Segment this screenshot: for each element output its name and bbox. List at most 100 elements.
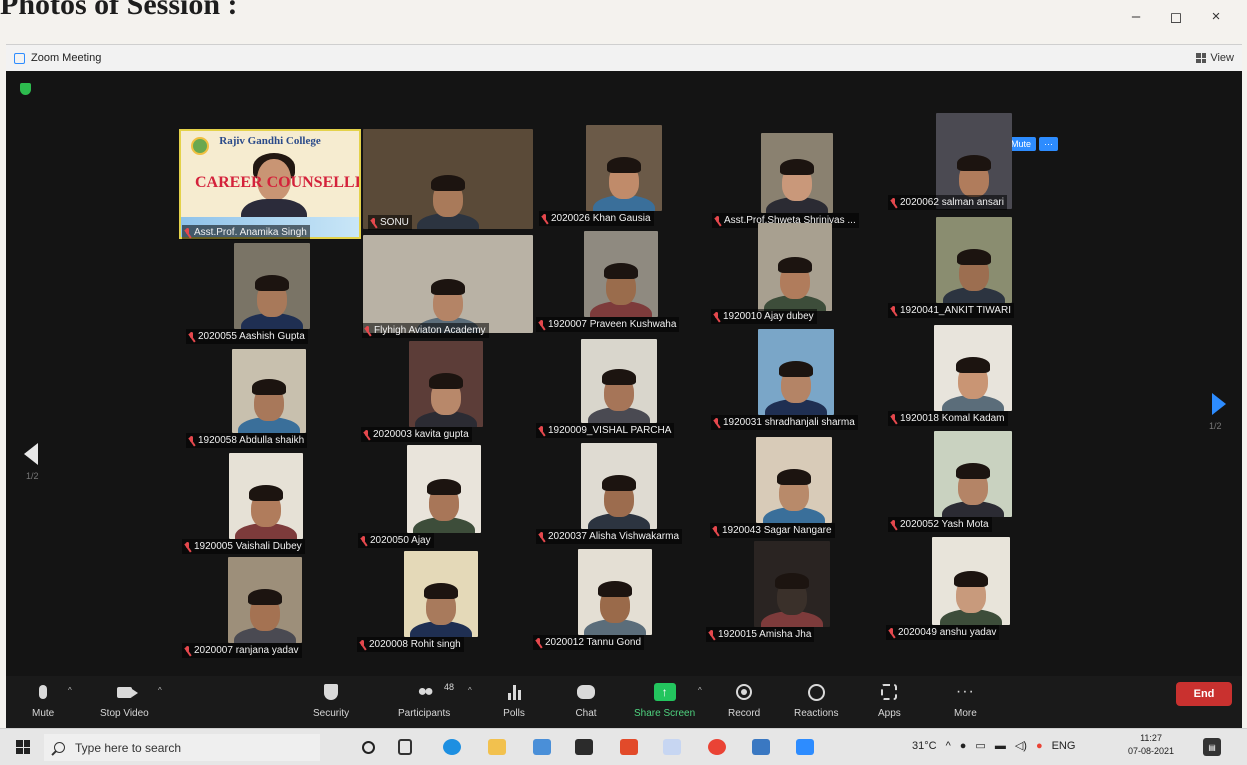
audio-options-caret-icon[interactable]: ^ [68, 686, 72, 695]
apps-button[interactable]: Apps [878, 682, 901, 719]
participant-name-label: Flyhigh Aviaton Academy [362, 323, 489, 338]
end-meeting-button[interactable]: End [1176, 682, 1232, 706]
microphone-tray-icon[interactable]: ● [960, 740, 967, 752]
self-more-button[interactable]: ··· [1039, 137, 1059, 151]
participant-video-tile[interactable] [581, 443, 657, 529]
participant-name: 2020037 Alisha Vishwakarma [548, 531, 680, 542]
participant-video-tile[interactable] [758, 329, 834, 415]
network-icon[interactable]: ▭ [975, 739, 985, 752]
weather-temperature[interactable]: 31°C [912, 740, 937, 752]
office-icon[interactable] [620, 739, 638, 755]
shield-icon [324, 684, 339, 700]
chat-button[interactable]: Chat [575, 682, 597, 719]
clock[interactable]: 11:27 07-08-2021 [1128, 732, 1174, 758]
battery-icon[interactable]: ▬ [995, 740, 1006, 752]
polls-button[interactable]: Polls [503, 682, 525, 719]
college-name: Rajiv Gandhi College [219, 135, 321, 147]
mic-off-icon [888, 627, 895, 638]
participant-video-tile[interactable] [934, 431, 1012, 517]
self-video-controls: Mute ··· [1006, 137, 1059, 151]
participant-name-label: 2020052 Yash Mota [888, 517, 992, 532]
app-icon[interactable] [663, 739, 681, 755]
participant-name-label: 1920005 Vaishali Dubey [182, 539, 305, 554]
participant-name: 1920010 Ajay dubey [723, 311, 814, 322]
participant-name: 1920041_ANKIT TIWARI [900, 305, 1011, 316]
participant-name-label: 1920018 Komal Kadam [888, 411, 1008, 426]
participant-name: 1920031 shradhanjali sharma [723, 417, 855, 428]
edge-browser-icon[interactable] [443, 739, 461, 755]
view-label: View [1210, 52, 1234, 64]
chrome-icon[interactable] [708, 739, 726, 755]
microphone-icon [39, 685, 48, 699]
mail-icon[interactable] [533, 739, 551, 755]
share-screen-button[interactable]: ↑ Share Screen [634, 682, 695, 719]
close-button[interactable]: × [1209, 8, 1223, 26]
participant-video-tile[interactable] [754, 541, 830, 627]
mic-off-icon [538, 425, 545, 436]
volume-icon[interactable]: ◁) [1015, 739, 1027, 752]
participant-video-tile[interactable] [404, 551, 478, 637]
mic-off-icon [538, 531, 545, 542]
file-explorer-icon[interactable] [488, 739, 506, 755]
participant-video-tile[interactable] [758, 223, 832, 311]
mute-button[interactable]: Mute [32, 682, 54, 719]
view-button[interactable]: View [1196, 52, 1234, 64]
photos-icon[interactable] [752, 739, 770, 755]
participant-video-tile[interactable] [234, 243, 310, 329]
participants-caret-icon[interactable]: ^ [468, 686, 472, 695]
mic-off-icon [188, 331, 195, 342]
participant-video-tile[interactable] [586, 125, 662, 211]
next-page-arrow-icon[interactable] [1212, 393, 1226, 415]
participant-name: 1920018 Komal Kadam [900, 413, 1005, 424]
reactions-button[interactable]: Reactions [794, 682, 838, 719]
previous-page-arrow-icon[interactable] [24, 443, 38, 465]
participant-video-tile[interactable] [363, 235, 533, 333]
window-title: Zoom Meeting [31, 52, 102, 64]
store-icon[interactable] [575, 739, 593, 755]
task-view-icon[interactable] [398, 739, 412, 755]
participant-name-label: 2020037 Alisha Vishwakarma [536, 529, 683, 544]
participant-video-tile[interactable] [578, 549, 652, 635]
participant-video-tile[interactable] [363, 129, 533, 229]
participant-name-label: 1920010 Ajay dubey [711, 309, 817, 324]
participant-video-tile[interactable] [581, 339, 657, 423]
participant-video-tile[interactable] [761, 133, 833, 213]
more-button[interactable]: ··· More [954, 682, 977, 719]
mic-off-icon [538, 319, 545, 330]
zoom-taskbar-icon[interactable] [796, 739, 814, 755]
share-options-caret-icon[interactable]: ^ [698, 686, 702, 695]
host-name-label: Asst.Prof. Anamika Singh [182, 225, 310, 240]
maximize-button[interactable]: ◻ [1169, 8, 1183, 26]
participant-video-tile[interactable] [756, 437, 832, 523]
participant-video-tile[interactable] [936, 217, 1012, 303]
participant-video-tile[interactable] [407, 445, 481, 533]
minimize-button[interactable]: – [1129, 8, 1143, 26]
tray-expand-icon[interactable]: ^ [946, 740, 951, 752]
security-button[interactable]: Security [313, 682, 349, 719]
record-button[interactable]: Record [728, 682, 760, 719]
taskbar-search-box[interactable]: Type here to search [44, 734, 320, 761]
language-indicator[interactable]: ENG [1052, 740, 1076, 752]
participant-video-tile[interactable] [409, 341, 483, 427]
participant-video-tile[interactable] [934, 325, 1012, 411]
video-options-caret-icon[interactable]: ^ [158, 686, 162, 695]
participant-name: 1920007 Praveen Kushwaha [548, 319, 677, 330]
windows-start-icon[interactable] [16, 740, 30, 754]
host-video-tile[interactable]: Rajiv Gandhi College CAREER COUNSELLING [179, 129, 361, 239]
participant-name-label: 1920058 Abdulla shaikh [186, 433, 308, 448]
participant-video-tile[interactable] [232, 349, 306, 433]
cortana-icon[interactable] [362, 741, 375, 754]
participant-video-tile[interactable] [228, 557, 302, 643]
participant-name: Flyhigh Aviaton Academy [374, 325, 486, 336]
participant-video-tile[interactable] [584, 231, 658, 317]
participant-count: 48 [444, 682, 455, 692]
notification-center-icon[interactable]: ▤ [1203, 738, 1221, 756]
chrome-tray-icon[interactable]: ● [1036, 740, 1043, 752]
encryption-shield-icon[interactable] [20, 83, 31, 95]
participant-video-tile[interactable] [229, 453, 303, 539]
stop-video-button[interactable]: Stop Video [100, 682, 149, 719]
clock-time: 11:27 [1140, 733, 1162, 743]
window-controls: – ◻ × [1129, 8, 1223, 26]
participant-video-tile[interactable] [932, 537, 1010, 625]
participants-button[interactable]: ●● Participants [398, 682, 450, 719]
